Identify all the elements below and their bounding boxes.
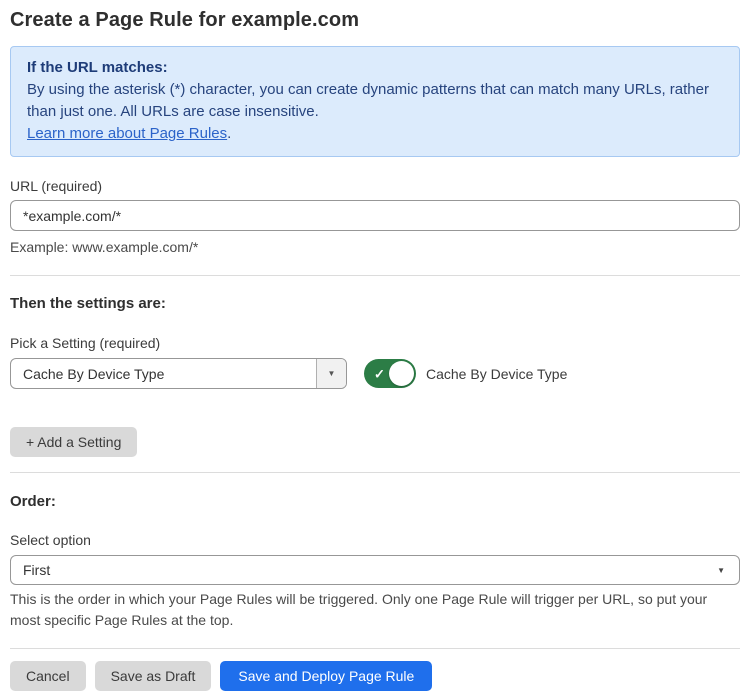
divider bbox=[10, 275, 740, 276]
divider bbox=[10, 648, 740, 649]
order-section-heading: Order: bbox=[10, 493, 740, 511]
link-suffix: . bbox=[227, 125, 231, 142]
settings-section-heading: Then the settings are: bbox=[10, 295, 740, 313]
learn-more-link[interactable]: Learn more about Page Rules bbox=[27, 125, 227, 142]
add-setting-button[interactable]: + Add a Setting bbox=[10, 427, 137, 457]
check-icon: ✓ bbox=[374, 367, 385, 380]
order-select-label: Select option bbox=[10, 532, 740, 548]
footer-actions: Cancel Save as Draft Save and Deploy Pag… bbox=[10, 661, 740, 691]
setting-dropdown-value: Cache By Device Type bbox=[11, 359, 316, 388]
order-dropdown[interactable]: First ▼ bbox=[10, 555, 740, 585]
caret-down-icon: ▼ bbox=[717, 566, 725, 575]
url-input[interactable] bbox=[10, 200, 740, 231]
setting-toggle[interactable]: ✓ bbox=[364, 359, 416, 388]
divider bbox=[10, 472, 740, 473]
order-dropdown-value: First bbox=[23, 562, 717, 578]
cancel-button[interactable]: Cancel bbox=[10, 661, 86, 691]
url-example-helper: Example: www.example.com/* bbox=[10, 237, 740, 258]
caret-down-icon[interactable]: ▼ bbox=[316, 359, 346, 388]
url-field-label: URL (required) bbox=[10, 178, 740, 194]
setting-toggle-label: Cache By Device Type bbox=[426, 366, 567, 382]
pick-setting-label: Pick a Setting (required) bbox=[10, 335, 740, 351]
page-title: Create a Page Rule for example.com bbox=[10, 8, 740, 32]
save-and-deploy-button[interactable]: Save and Deploy Page Rule bbox=[220, 661, 432, 691]
save-as-draft-button[interactable]: Save as Draft bbox=[95, 661, 212, 691]
page-rule-form: Create a Page Rule for example.com If th… bbox=[0, 0, 750, 691]
setting-dropdown[interactable]: Cache By Device Type ▼ bbox=[10, 358, 347, 389]
info-box-link-line: Learn more about Page Rules. bbox=[27, 123, 723, 145]
info-box-heading: If the URL matches: bbox=[27, 57, 723, 79]
info-box-body: By using the asterisk (*) character, you… bbox=[27, 79, 723, 123]
order-helper-text: This is the order in which your Page Rul… bbox=[10, 589, 732, 631]
setting-row: Cache By Device Type ▼ ✓ Cache By Device… bbox=[10, 358, 740, 389]
url-match-info-box: If the URL matches: By using the asteris… bbox=[10, 46, 740, 157]
toggle-knob bbox=[389, 361, 414, 386]
